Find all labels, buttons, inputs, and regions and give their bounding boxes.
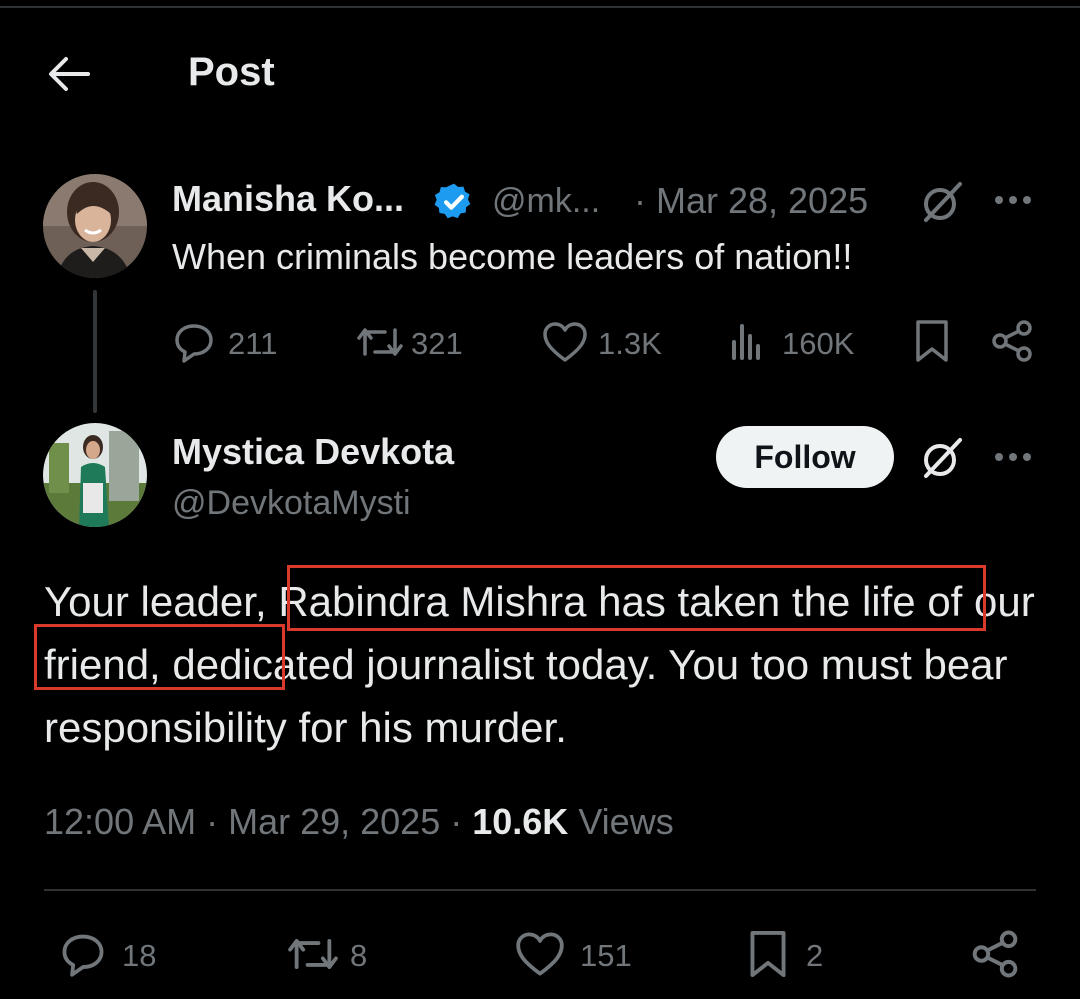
back-arrow-icon[interactable] [46,54,90,94]
views-label: Views [568,801,674,842]
post-meta: 12:00 AM · Mar 29, 2025 · 10.6K Views [44,801,674,843]
reply-count: 211 [228,326,278,361]
author-name[interactable]: Manisha Ko... [172,178,404,220]
top-divider [0,6,1080,8]
bookmark-count: 2 [806,938,824,973]
repost-icon[interactable] [355,320,405,364]
post-timestamp[interactable]: 12:00 AM · Mar 29, 2025 · [44,801,472,842]
avatar[interactable] [43,174,147,278]
grok-icon[interactable] [920,180,964,224]
bookmark-icon[interactable] [914,318,950,364]
page-title: Post [188,50,275,94]
more-options-icon[interactable] [993,192,1033,208]
highlight-box [34,624,285,690]
author-handle[interactable]: @DevkotaMysti [172,484,411,523]
more-options-icon[interactable] [993,449,1033,465]
grok-icon[interactable] [920,436,964,480]
views-icon[interactable] [728,320,768,360]
avatar[interactable] [43,423,147,527]
text-part: Your leader, [44,578,279,625]
share-icon[interactable] [990,318,1034,364]
repost-count: 8 [350,938,368,973]
post-date[interactable]: · Mar 28, 2025 [634,180,868,222]
author-handle[interactable]: @mk... [492,182,600,221]
reply-count: 18 [122,938,157,973]
bookmark-icon[interactable] [748,928,788,980]
thread-connector [93,290,97,413]
reply-icon[interactable] [58,930,108,978]
views-count: 10.6K [472,801,569,842]
divider [44,889,1036,891]
follow-button[interactable]: Follow [716,426,894,488]
share-icon[interactable] [970,928,1020,980]
like-count: 1.3K [598,326,662,361]
repost-icon[interactable] [285,930,341,978]
highlight-box [287,565,986,631]
reply-icon[interactable] [172,320,216,364]
views-count: 160K [782,326,855,361]
verified-badge-icon [434,183,471,219]
like-icon[interactable] [514,930,566,978]
author-name[interactable]: Mystica Devkota [172,431,454,473]
like-count: 151 [580,938,632,973]
repost-count: 321 [411,326,463,361]
like-icon[interactable] [542,320,588,364]
post-text: When criminals become leaders of nation!… [172,236,853,277]
